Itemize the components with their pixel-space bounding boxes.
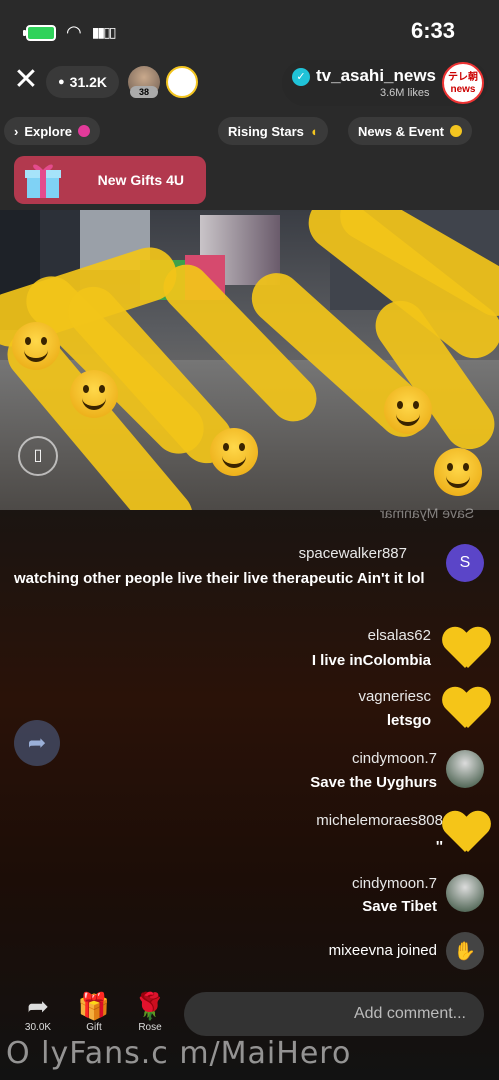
status-time: 6:33 xyxy=(410,18,455,43)
chat-message: Save the Uyghurs xyxy=(310,774,437,791)
smile-emoji-icon xyxy=(384,386,432,434)
chat-username[interactable]: michelemoraes808 xyxy=(316,812,443,829)
battery-icon xyxy=(23,24,56,41)
share-count: 30.0K xyxy=(24,1022,52,1033)
close-button[interactable]: ✕ xyxy=(12,65,40,95)
chat-username[interactable]: spacewalker887 xyxy=(299,545,407,562)
chip-news-event[interactable]: News & Event xyxy=(348,117,472,145)
chat-message: I live inColombia xyxy=(311,652,431,669)
top-viewer-avatar-2[interactable] xyxy=(166,66,198,98)
gift-banner-label: New Gifts 4U xyxy=(97,172,184,188)
chip-explore-label: Explore xyxy=(24,123,73,139)
smile-emoji-icon xyxy=(12,322,60,370)
explore-icon xyxy=(78,125,91,137)
chip-rising-label: Rising Stars xyxy=(228,123,304,139)
live-video xyxy=(0,210,499,510)
rose-button[interactable]: 🌹 Rose xyxy=(128,990,172,1033)
rose-label: Rose xyxy=(138,1022,162,1033)
wave-icon: ✋ xyxy=(446,932,484,970)
flame-icon: ◖ xyxy=(309,123,318,139)
chat-message: Save Tibet xyxy=(362,898,437,915)
chevron-left-icon: › xyxy=(14,123,19,139)
chat-username[interactable]: cindymoon.7 xyxy=(352,750,437,767)
wifi-icon: ◠ xyxy=(66,22,82,42)
screen-record-button[interactable]: ▯ xyxy=(18,436,58,476)
viewer-count[interactable]: ● 31.2K xyxy=(46,66,120,98)
heart-avatar-icon xyxy=(442,812,488,856)
chat-username[interactable]: elsalas62 xyxy=(368,627,431,644)
viewer-count-label: 31.2K xyxy=(69,74,108,90)
host-name[interactable]: tv_asahi_news xyxy=(316,66,436,86)
viewer-level-badge: 38 xyxy=(130,86,158,98)
chip-explore[interactable]: › Explore xyxy=(4,117,101,145)
host-avatar[interactable]: テレ朝 news xyxy=(442,62,484,104)
heart-avatar-icon xyxy=(442,628,488,672)
signal-icon: ▮▮▯▯ xyxy=(91,24,117,40)
gift-box-icon xyxy=(25,164,61,198)
chat-message: letsgo xyxy=(386,712,431,729)
gift-button[interactable]: 🎁 Gift xyxy=(72,990,116,1033)
host-likes: 3.6M likes xyxy=(380,87,430,99)
share-icon: ➦ xyxy=(27,991,49,1021)
chip-rising-stars[interactable]: Rising Stars ◖ xyxy=(218,117,328,145)
smile-emoji-icon xyxy=(434,448,482,496)
share-button[interactable]: ➦ 30.0K xyxy=(16,990,60,1033)
chat-avatar[interactable]: S xyxy=(446,544,484,582)
heart-avatar-icon xyxy=(442,688,488,732)
chat-username[interactable]: vagneriesc xyxy=(358,688,431,705)
share-shortcut-button[interactable]: ➦ xyxy=(14,720,60,766)
comment-input[interactable]: Add comment... xyxy=(184,992,484,1036)
watermark: O lyFans.c m/MaiHero xyxy=(6,1036,352,1071)
gift-icon: 🎁 xyxy=(77,991,111,1021)
status-icons: ◠ ▮▮▯▯ xyxy=(23,22,117,43)
join-message: mixeevna joined xyxy=(328,942,437,959)
verified-icon: ✓ xyxy=(292,68,310,86)
news-icon xyxy=(449,125,462,137)
chat-avatar[interactable] xyxy=(446,750,484,788)
person-icon: ● xyxy=(58,76,65,88)
smile-emoji-icon xyxy=(70,370,118,418)
gift-label: Gift xyxy=(86,1022,102,1033)
chat-username[interactable]: cindymoon.7 xyxy=(352,875,437,892)
chat-message: watching other people live their live th… xyxy=(14,570,425,587)
rose-icon: 🌹 xyxy=(133,991,167,1021)
chip-news-label: News & Event xyxy=(358,123,444,139)
chat-avatar[interactable] xyxy=(446,874,484,912)
smile-emoji-icon xyxy=(210,428,258,476)
video-overlay-label: Save Myanmar xyxy=(380,505,475,521)
